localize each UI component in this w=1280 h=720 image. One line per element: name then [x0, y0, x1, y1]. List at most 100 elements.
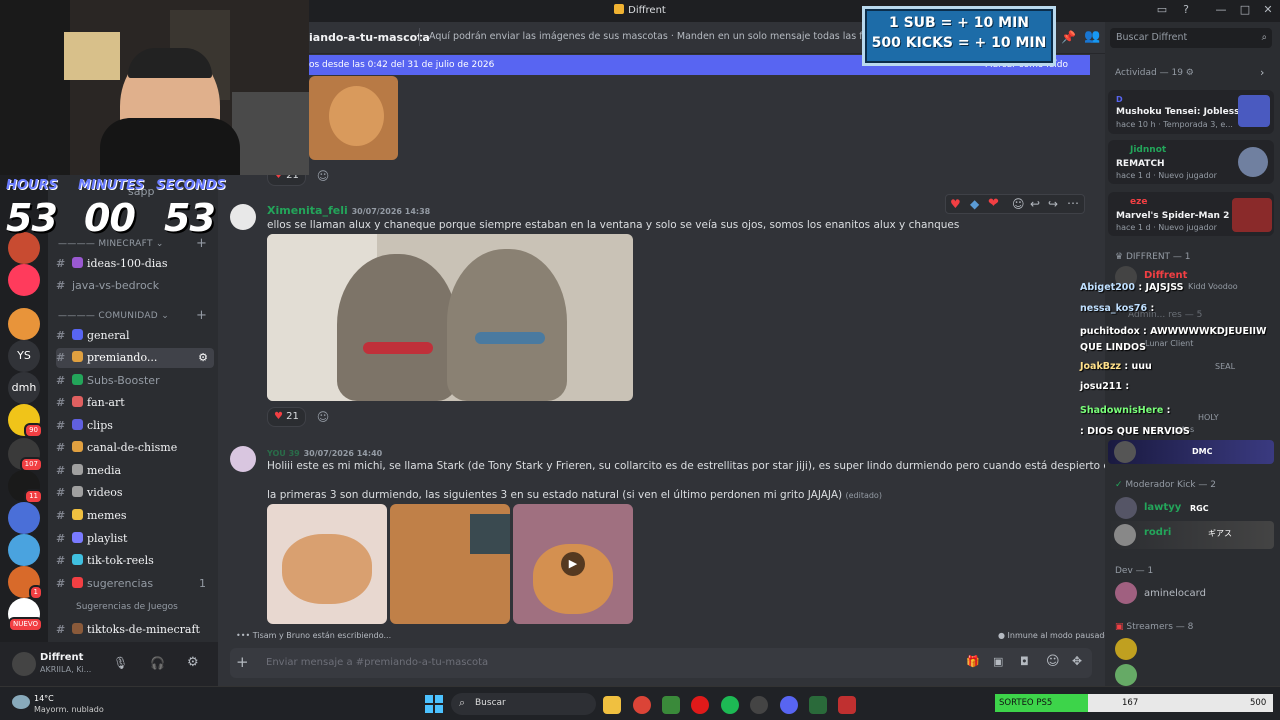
server-icon[interactable]: YS [8, 340, 40, 372]
gif-icon[interactable]: ▣ [993, 655, 1003, 668]
server-icon[interactable]: dmh [8, 372, 40, 404]
close-button[interactable]: ✕ [1261, 3, 1275, 17]
member-name[interactable]: aminelocard [1144, 588, 1206, 599]
channel-videos[interactable]: # videos [56, 483, 214, 503]
avatar[interactable] [1115, 497, 1137, 519]
member-name[interactable]: lawtyy [1144, 502, 1181, 513]
hash-icon: # [56, 532, 66, 545]
members-icon[interactable]: 👥 [1084, 29, 1100, 44]
member-name[interactable]: Diffrent [1144, 270, 1187, 281]
channel-sugerencias[interactable]: # sugerencias 1 [56, 574, 214, 594]
microphone-icon[interactable]: 🎙 [113, 656, 128, 670]
channel-subs-booster[interactable]: # Subs-Booster [56, 371, 214, 391]
opera-icon[interactable] [691, 696, 709, 714]
app-icon[interactable] [750, 696, 768, 714]
more-icon[interactable]: ⋯ [1067, 196, 1079, 210]
reaction[interactable]: ♥ 21 [267, 407, 306, 427]
add-reaction-icon[interactable]: ☺ [313, 166, 333, 186]
server-icon[interactable]: 90 [8, 404, 43, 438]
channel-media[interactable]: # media [56, 461, 214, 481]
server-icon[interactable]: 1 [8, 566, 43, 600]
channel-memes[interactable]: # memes [56, 506, 214, 526]
channel-ideas-100-dias[interactable]: # ideas-100-dias [56, 254, 214, 274]
cat-video[interactable]: ▶ [513, 504, 633, 624]
channel-tiktoks-de-minecraft[interactable]: # tiktoks-de-minecraft [56, 620, 214, 640]
sticker-icon[interactable]: ◘ [1020, 655, 1029, 668]
chevron-right-icon[interactable]: › [1260, 66, 1264, 79]
heart-reaction-icon[interactable]: ♥ [950, 197, 961, 211]
server-icon[interactable]: 107 [8, 438, 43, 472]
forward-icon[interactable]: ↪ [1048, 197, 1058, 211]
channel-sugerencias-de-juegos[interactable]: Sugerencias de Juegos [76, 597, 234, 617]
cat-image[interactable] [267, 504, 387, 624]
activity-card[interactable]: Jidnnot REMATCH hace 1 d · Nuevo jugador [1108, 140, 1274, 184]
channel-topic[interactable]: Aquí podrán enviar las imágenes de sus m… [429, 31, 906, 42]
reaction-icon[interactable]: ◆ [970, 197, 979, 211]
activity-card[interactable]: eze Marvel's Spider-Man 2 hace 1 d · Nue… [1108, 192, 1274, 236]
channel-general[interactable]: # general [56, 326, 214, 346]
gift-icon[interactable]: 🎁 [966, 655, 980, 668]
category-comunidad[interactable]: ———— COMUNIDAD ⌄ [58, 311, 169, 321]
taskbar-search[interactable]: ⌕ Buscar [451, 693, 596, 715]
app-icon[interactable] [838, 696, 856, 714]
activity-card[interactable]: D Mushoku Tensei: Jobless R... hace 10 h… [1108, 90, 1274, 134]
message-composer[interactable]: + Enviar mensaje a #premiando-a-tu-masco… [230, 648, 1092, 678]
maximize-button[interactable]: □ [1238, 3, 1252, 17]
play-icon[interactable]: ▶ [561, 552, 585, 576]
gear-icon[interactable]: ⚙ [187, 655, 199, 670]
channel-premiando[interactable]: # premiando... ⚙ [56, 348, 214, 368]
cat-image[interactable] [309, 76, 398, 160]
minimize-button[interactable]: — [1214, 3, 1228, 17]
add-reaction-icon[interactable]: ☺ [1012, 197, 1025, 211]
add-channel-icon[interactable]: + [196, 308, 207, 323]
pin-icon[interactable]: 📌 [1061, 30, 1076, 44]
server-icon[interactable] [8, 264, 40, 296]
cat-image[interactable] [390, 504, 510, 624]
channel-tik-tok-reels[interactable]: # tik-tok-reels [56, 551, 214, 571]
message-author[interactable]: Ximenita_feli 30/07/2026 14:38 [267, 204, 430, 217]
server-icon[interactable] [8, 308, 40, 340]
heart-icon[interactable]: ❤ [988, 196, 999, 211]
reply-icon[interactable]: ↩ [1030, 197, 1040, 211]
avatar[interactable] [230, 446, 256, 472]
channel-playlist[interactable]: # playlist [56, 529, 214, 549]
avatar[interactable] [1115, 638, 1137, 660]
chrome-icon[interactable] [633, 696, 651, 714]
sorteo-progress: SORTEO PS5 167 500 [995, 694, 1273, 712]
channel-clips[interactable]: # clips [56, 416, 214, 436]
emoji-icon[interactable]: ☺ [1046, 654, 1060, 669]
server-icon[interactable] [8, 502, 40, 534]
gear-icon[interactable]: ⚙ [198, 348, 208, 368]
new-messages-text: os desde las 0:42 del 31 de julio de 202… [309, 60, 495, 70]
channel-fan-art[interactable]: # fan-art [56, 393, 214, 413]
server-icon[interactable]: 11 [8, 470, 43, 504]
member-row[interactable]: rodri ギアス [1108, 521, 1274, 549]
discord-icon[interactable] [780, 696, 798, 714]
member-row[interactable]: DMC [1108, 440, 1274, 464]
start-icon[interactable] [425, 695, 443, 713]
message-input[interactable]: Enviar mensaje a #premiando-a-tu-mascota [266, 657, 488, 668]
message-author[interactable]: YOU 39 30/07/2026 14:40 [267, 446, 382, 459]
headphones-icon[interactable]: 🎧 [150, 656, 165, 670]
add-attachment-icon[interactable]: + [236, 654, 249, 670]
cats-image[interactable] [267, 234, 633, 401]
server-icon[interactable] [8, 534, 40, 566]
channel-canal-de-chisme[interactable]: # canal-de-chisme [56, 438, 214, 458]
category-minecraft[interactable]: ———— MINECRAFT ⌄ [58, 239, 164, 249]
avatar[interactable] [1115, 664, 1137, 686]
help-icon[interactable]: ? [1179, 3, 1193, 17]
avatar[interactable] [1115, 582, 1137, 604]
channel-java-vs-bedrock[interactable]: # java-vs-bedrock [56, 276, 214, 296]
avatar[interactable] [230, 204, 256, 230]
search-input[interactable]: Buscar Diffrent ⌕ [1110, 28, 1272, 48]
minecraft-icon[interactable] [662, 696, 680, 714]
inbox-icon[interactable]: ▭ [1155, 3, 1169, 17]
user-name: Diffrent [40, 652, 84, 663]
app-icon[interactable] [809, 696, 827, 714]
avatar[interactable] [12, 652, 36, 676]
server-icon[interactable]: NUEVO [8, 598, 43, 632]
file-explorer-icon[interactable] [603, 696, 621, 714]
apps-icon[interactable]: ✥ [1072, 654, 1082, 668]
add-reaction-icon[interactable]: ☺ [313, 407, 333, 427]
spotify-icon[interactable] [721, 696, 739, 714]
